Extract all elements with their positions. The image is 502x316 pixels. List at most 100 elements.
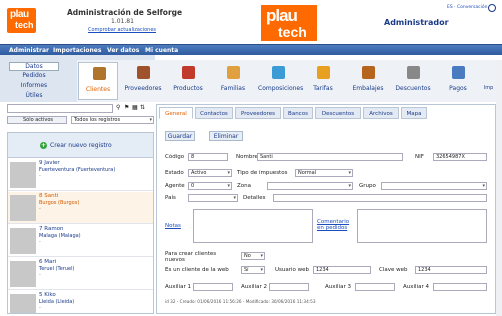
logo-top-text: plau <box>10 9 29 20</box>
record-name: 6 Mari <box>39 259 57 265</box>
save-button[interactable]: Guardar <box>165 131 195 141</box>
tarifas-icon <box>317 66 330 79</box>
menu-mi-cuenta[interactable]: Mi cuenta <box>145 47 178 54</box>
auxiliar-4-field[interactable] <box>433 283 487 291</box>
tab-bancos[interactable]: Bancos <box>283 107 313 119</box>
record-city: Malaga (Malaga) <box>39 233 81 239</box>
user-icon[interactable] <box>488 4 496 12</box>
sidebar-item-datos[interactable]: Datos <box>9 62 59 71</box>
module-label: Clientes <box>85 86 111 93</box>
module-embalajes[interactable]: Embalajes <box>348 62 388 100</box>
auxiliar-3-field[interactable] <box>355 283 395 291</box>
search-input[interactable] <box>7 104 113 113</box>
tipo-impuestos-select[interactable]: Normal <box>295 169 353 177</box>
module-composiciones[interactable]: Composiciones <box>258 62 303 100</box>
nombre-field[interactable]: Santi <box>257 153 403 161</box>
list-item[interactable]: 9 Javier Fuerteventura (Fuerteventura) - <box>8 159 153 191</box>
zona-select[interactable] <box>267 182 353 190</box>
notas-link[interactable]: Notas <box>165 223 181 229</box>
notas-textarea[interactable] <box>193 209 313 243</box>
list-item[interactable]: 5 Kiko Lleida (Lleida) - <box>8 291 153 313</box>
grupo-label: Grupo <box>359 183 376 189</box>
new-record-button[interactable]: + Crear nuevo registro <box>8 133 153 158</box>
auxiliar-2-field[interactable] <box>269 283 309 291</box>
record-name: 5 Kiko <box>39 292 56 298</box>
sort-icon[interactable]: ⇅ <box>140 104 145 111</box>
pagos-icon <box>452 66 465 79</box>
auxiliar-4-label: Auxiliar 4 <box>403 284 429 290</box>
agente-label: Agente <box>165 183 185 189</box>
module-pagos[interactable]: Pagos <box>438 62 478 100</box>
plautech-logo: plau tech <box>261 5 317 41</box>
module-descuentos[interactable]: Descuentos <box>393 62 433 100</box>
search-icon[interactable]: ⚲ <box>116 104 120 111</box>
list-item[interactable]: 6 Mari Teruel (Teruel) - <box>8 258 153 290</box>
delete-button[interactable]: Eliminar <box>209 131 243 141</box>
list-item[interactable]: 7 Ramon Malaga (Malaga) - <box>8 225 153 257</box>
avatar <box>10 195 36 221</box>
agente-select[interactable]: 0 <box>188 182 232 190</box>
tab-general[interactable]: General <box>159 107 193 119</box>
crear-clientes-select[interactable]: No <box>241 252 265 260</box>
module-productos[interactable]: Productos <box>168 62 208 100</box>
tab-archivos[interactable]: Archivos <box>363 107 399 119</box>
menu-ver-datos[interactable]: Ver datos <box>107 47 139 54</box>
check-updates-link[interactable]: Comprobar actualizaciones <box>88 27 156 33</box>
module-label: Pagos <box>449 85 467 92</box>
module-proveedores[interactable]: Proveedores <box>123 62 163 100</box>
filter-row: Sólo activos Todos los registros <box>7 116 154 125</box>
sidebar-item-utiles[interactable]: Útiles <box>9 92 59 99</box>
grupo-select[interactable] <box>381 182 487 190</box>
active-filter-toggle[interactable]: Sólo activos <box>7 116 67 124</box>
grid-icon[interactable]: ▦ <box>132 104 138 111</box>
module-clientes[interactable]: Clientes <box>78 62 118 100</box>
page-scrollbar[interactable] <box>496 60 502 316</box>
embalajes-icon <box>362 66 375 79</box>
record-name: 8 Santi <box>39 193 59 199</box>
module-label: Embalajes <box>352 85 384 92</box>
tab-mapa[interactable]: Mapa <box>401 107 427 119</box>
crear-clientes-label: Para crear clientes nuevos <box>165 251 217 263</box>
menu-administrar[interactable]: Administrar <box>9 47 49 54</box>
record-city: Teruel (Teruel) <box>39 266 75 272</box>
module-toolbar: Clientes Proveedores Productos Familias … <box>77 60 498 102</box>
logo-big-bottom: tech <box>278 24 307 40</box>
clave-web-field[interactable]: 1234 <box>415 266 487 274</box>
pais-select[interactable] <box>188 194 238 202</box>
comentario-pedidos-link[interactable]: Comentario en pedidos <box>317 219 355 231</box>
language-link[interactable]: ES · Conversación <box>447 5 487 10</box>
tab-descuentos[interactable]: Descuentos <box>315 107 361 119</box>
tab-contactos[interactable]: Contactos <box>195 107 233 119</box>
app-header: plau tech Administración de Selforge 1.0… <box>0 0 502 44</box>
module-familias[interactable]: Familias <box>213 62 253 100</box>
usuario-web-field[interactable]: 1234 <box>313 266 371 274</box>
codigo-field[interactable]: 8 <box>188 153 228 161</box>
cliente-web-select[interactable]: Sí <box>241 266 265 274</box>
clientes-icon <box>93 67 106 80</box>
module-label: Familias <box>220 85 246 92</box>
detalles-field[interactable] <box>273 194 487 202</box>
plautech-logo-small[interactable]: plau tech <box>7 8 36 33</box>
composiciones-icon <box>272 66 285 79</box>
sidebar-item-pedidos[interactable]: Pedidos <box>9 72 59 79</box>
zona-label: Zona <box>237 183 251 189</box>
sidebar-item-informes[interactable]: Informes <box>9 82 59 89</box>
avatar <box>10 261 36 287</box>
module-tarifas[interactable]: Tarifas <box>303 62 343 100</box>
menu-importaciones[interactable]: Importaciones <box>53 47 101 54</box>
filter-icon[interactable]: ⚑ <box>124 104 129 111</box>
records-filter-select[interactable]: Todos los registros <box>71 116 154 124</box>
codigo-label: Código <box>165 154 185 160</box>
avatar <box>10 228 36 254</box>
list-item[interactable]: 8 Santi Burgos (Burgos) - <box>8 192 153 224</box>
auxiliar-1-field[interactable] <box>193 283 233 291</box>
descuentos-icon <box>407 66 420 79</box>
comentario-textarea[interactable] <box>357 209 487 243</box>
nif-field[interactable]: 32654987X <box>433 153 487 161</box>
nif-label: NIF <box>415 154 424 160</box>
tab-proveedores[interactable]: Proveedores <box>235 107 281 119</box>
estado-select[interactable]: Activo <box>188 169 232 177</box>
record-city: Lleida (Lleida) <box>39 299 75 305</box>
record-audit-info: id 32 - Creado: 01/06/2016 11:56:26 - Mo… <box>165 299 316 304</box>
pais-label: País <box>165 195 176 201</box>
